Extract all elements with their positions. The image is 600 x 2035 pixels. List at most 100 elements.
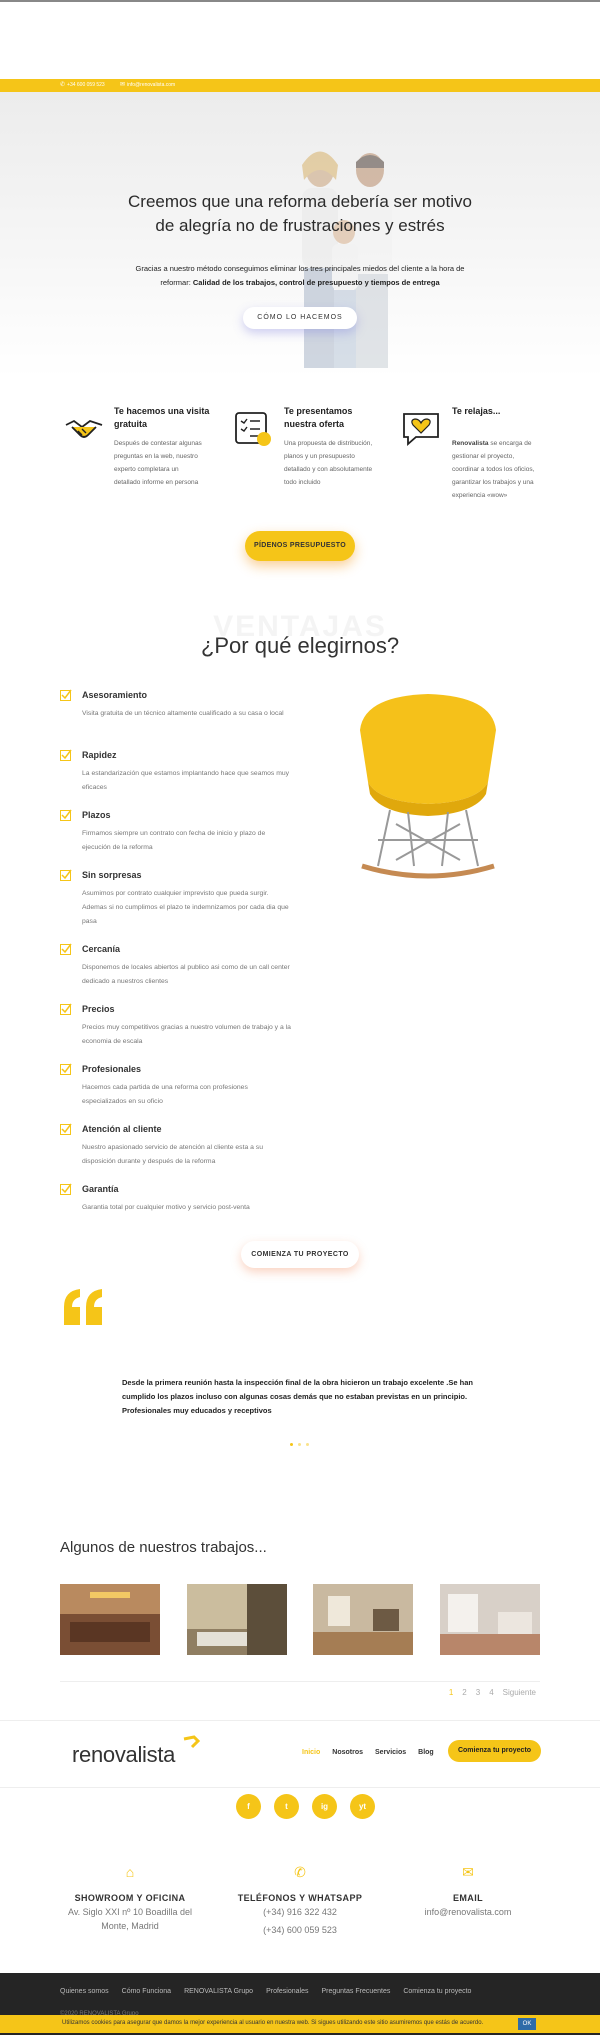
how-we-do-it-button[interactable]: CÓMO LO HACEMOS — [243, 307, 357, 329]
contact-showroom: ⌂ SHOWROOM Y OFICINA Av. Siglo XXI nº 10… — [55, 1864, 205, 1933]
carousel-dot[interactable] — [290, 1443, 293, 1446]
topbar-phone-text: +34 600 059 523 — [67, 81, 105, 88]
works-divider — [60, 1681, 540, 1682]
step-text: Renovalista se encarga de gestionar el p… — [452, 437, 542, 502]
page-3[interactable]: 3 — [476, 1688, 480, 1697]
hero-subtitle: Gracias a nuestro método conseguimos eli… — [120, 262, 480, 290]
feature-title: Rapidez — [82, 750, 117, 760]
check-icon — [60, 1183, 72, 1195]
nav-servicios[interactable]: Servicios — [375, 1749, 406, 1756]
work-thumbnail[interactable] — [440, 1584, 540, 1655]
check-icon — [60, 869, 72, 881]
feature-item: Garantía Garantia total por cualquier mo… — [60, 1181, 300, 1241]
logo-mark-icon — [183, 1735, 200, 1749]
feature-item: Asesoramiento Visita gratuita de un técn… — [60, 687, 300, 747]
nav-blog[interactable]: Blog — [418, 1749, 434, 1756]
feature-text: Firmamos siempre un contrato con fecha d… — [82, 830, 266, 851]
contact-address: Av. Siglo XXI nº 10 Boadilla del Monte, … — [67, 1907, 193, 1931]
nav-inicio[interactable]: Inicio — [302, 1749, 320, 1756]
check-icon — [60, 943, 72, 955]
topbar-email[interactable]: ✉ info@renovalista.com — [120, 81, 176, 89]
logo[interactable]: renovalista — [72, 1742, 175, 1768]
facebook-icon[interactable]: f — [236, 1794, 261, 1819]
feature-text: Precios muy competitivos gracias a nuest… — [82, 1024, 291, 1045]
feature-title: Plazos — [82, 810, 111, 820]
feature-title: Asesoramiento — [82, 690, 148, 700]
work-thumbnail[interactable] — [60, 1584, 160, 1655]
footer-link[interactable]: Preguntas Frecuentes — [321, 1988, 390, 1995]
check-icon — [60, 1123, 72, 1135]
contact-phone-2[interactable]: (+34) 600 059 523 — [225, 1925, 375, 1935]
main-nav: Inicio Nosotros Servicios Blog — [302, 1749, 434, 1756]
nav-nosotros[interactable]: Nosotros — [332, 1749, 363, 1756]
footer-link[interactable]: Comienza tu proyecto — [403, 1988, 471, 1995]
feature-item: Sin sorpresas Asumimos por contrato cual… — [60, 867, 300, 941]
feature-title: Profesionales — [82, 1064, 142, 1074]
step-text: Después de contestar algunas preguntas e… — [114, 440, 202, 486]
features-list: Asesoramiento Visita gratuita de un técn… — [60, 687, 300, 1241]
cookie-text: Utilizamos cookies para asegurar que dam… — [62, 2020, 484, 2026]
site-header: renovalista Inicio Nosotros Servicios Bl… — [0, 1720, 600, 1788]
nav-start-project-button[interactable]: Comienza tu proyecto — [448, 1740, 541, 1762]
phone-icon: ✆ — [294, 1864, 306, 1880]
work-thumbnail[interactable] — [313, 1584, 413, 1655]
footer-link[interactable]: RENOVALISTA Grupo — [184, 1988, 253, 1995]
instagram-icon[interactable]: ig — [312, 1794, 337, 1819]
work-thumbnail[interactable] — [187, 1584, 287, 1655]
feature-text: La estandarización que estamos implantan… — [82, 770, 290, 791]
feature-item: Precios Precios muy competitivos gracias… — [60, 1001, 300, 1061]
next-page-link[interactable]: Siguiente — [503, 1688, 536, 1697]
feature-title: Atención al cliente — [82, 1124, 162, 1134]
feature-text: Hacemos cada partida de una reforma con … — [82, 1084, 248, 1105]
contact-title: SHOWROOM Y OFICINA — [74, 1893, 186, 1903]
feature-item: Cercanía Disponemos de locales abiertos … — [60, 941, 300, 1001]
top-contact-bar: ✆ +34 600 059 523 ✉ info@renovalista.com — [0, 79, 600, 92]
page-4[interactable]: 4 — [489, 1688, 493, 1697]
hero-subtitle-bold: Calidad de los trabajos, control de pres… — [192, 278, 440, 287]
mail-icon: ✉ — [120, 82, 126, 88]
contact-phone-1[interactable]: (+34) 916 322 432 — [225, 1905, 375, 1919]
youtube-icon[interactable]: yt — [350, 1794, 375, 1819]
footer-link[interactable]: Cómo Funciona — [122, 1988, 171, 1995]
page-2[interactable]: 2 — [462, 1688, 466, 1697]
carousel-dot[interactable] — [298, 1443, 301, 1446]
start-project-button[interactable]: COMIENZA TU PROYECTO — [241, 1241, 359, 1268]
feature-text: Visita gratuita de un técnico altamente … — [82, 710, 284, 717]
carousel-dots — [290, 1443, 309, 1446]
phone-icon: ✆ — [60, 82, 66, 88]
contact-title: TELÉFONOS Y WHATSAPP — [237, 1893, 363, 1903]
works-title: Algunos de nuestros trabajos... — [60, 1539, 267, 1556]
twitter-icon[interactable]: t — [274, 1794, 299, 1819]
step-title: Te hacemos una visita gratuita — [114, 406, 210, 429]
home-icon: ⌂ — [125, 1864, 135, 1880]
handshake-icon — [65, 419, 103, 438]
feature-title: Sin sorpresas — [82, 870, 142, 880]
feature-text: Asumimos por contrato cualquier imprevis… — [82, 890, 289, 925]
quote-icon — [64, 1289, 102, 1325]
feature-title: Precios — [82, 1004, 115, 1014]
check-icon — [60, 689, 72, 701]
yellow-chair-image — [360, 694, 496, 879]
contact-email: ✉ EMAIL info@renovalista.com — [393, 1864, 543, 1919]
page-1[interactable]: 1 — [449, 1688, 453, 1697]
footer-links: Quienes somos Cómo Funciona RENOVALISTA … — [60, 1988, 471, 1995]
check-icon — [60, 1003, 72, 1015]
topbar-phone[interactable]: ✆ +34 600 059 523 — [60, 81, 105, 89]
request-budget-button[interactable]: PÍDENOS PRESUPUESTO — [245, 531, 355, 561]
cookie-ok-button[interactable]: OK — [518, 2018, 536, 2030]
feature-title: Garantía — [82, 1184, 119, 1194]
checklist-icon — [235, 412, 271, 446]
footer-link[interactable]: Profesionales — [266, 1988, 308, 1995]
contact-phones: ✆ TELÉFONOS Y WHATSAPP (+34) 916 322 432… — [225, 1864, 375, 1935]
check-icon — [60, 1063, 72, 1075]
carousel-dot[interactable] — [306, 1443, 309, 1446]
feature-text: Disponemos de locales abiertos al public… — [82, 964, 290, 985]
topbar-email-text: info@renovalista.com — [127, 81, 176, 88]
footer-link[interactable]: Quienes somos — [60, 1988, 109, 1995]
feature-item: Rapidez La estandarización que estamos i… — [60, 747, 300, 807]
mail-icon: ✉ — [462, 1864, 474, 1880]
check-icon — [60, 809, 72, 821]
step-text-bold: Renovalista — [452, 440, 489, 447]
contact-email-address[interactable]: info@renovalista.com — [393, 1905, 543, 1919]
feature-item: Profesionales Hacemos cada partida de un… — [60, 1061, 300, 1121]
